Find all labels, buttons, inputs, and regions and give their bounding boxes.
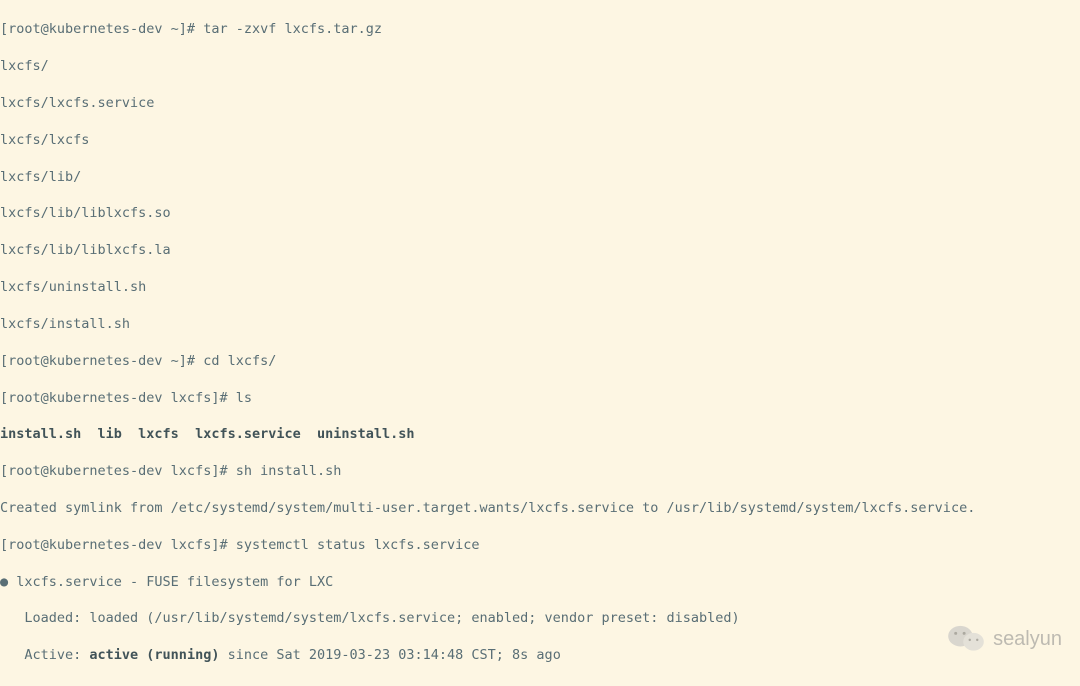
terminal-line: [root@kubernetes-dev ~]# tar -zxvf lxcfs… <box>0 20 1080 38</box>
terminal-line: lxcfs/lib/ <box>0 168 1080 186</box>
terminal-line: lxcfs/ <box>0 57 1080 75</box>
command-text: cd lxcfs/ <box>203 353 276 369</box>
status-loaded: Loaded: loaded (/usr/lib/systemd/system/… <box>0 609 1080 627</box>
ls-output: install.sh lib lxcfs lxcfs.service unins… <box>0 425 1080 443</box>
status-active-state: active (running) <box>89 647 219 663</box>
wechat-icon <box>947 623 985 656</box>
terminal-line: [root@kubernetes-dev lxcfs]# systemctl s… <box>0 536 1080 554</box>
shell-prompt: [root@kubernetes-dev ~]# <box>0 21 203 37</box>
command-text: ls <box>236 390 252 406</box>
status-header: ● lxcfs.service - FUSE filesystem for LX… <box>0 573 1080 591</box>
command-text: systemctl status lxcfs.service <box>236 537 480 553</box>
watermark: sealyun <box>947 623 1062 656</box>
terminal-line: lxcfs/lib/liblxcfs.la <box>0 241 1080 259</box>
command-text: tar -zxvf lxcfs.tar.gz <box>203 21 382 37</box>
command-text: sh install.sh <box>236 463 342 479</box>
shell-prompt: [root@kubernetes-dev ~]# <box>0 353 203 369</box>
terminal-line: [root@kubernetes-dev ~]# cd lxcfs/ <box>0 352 1080 370</box>
terminal-output[interactable]: [root@kubernetes-dev ~]# tar -zxvf lxcfs… <box>0 0 1080 686</box>
terminal-line: lxcfs/lxcfs.service <box>0 94 1080 112</box>
terminal-line: Created symlink from /etc/systemd/system… <box>0 499 1080 517</box>
status-active: Active: active (running) since Sat 2019-… <box>0 646 1080 664</box>
terminal-line: lxcfs/install.sh <box>0 315 1080 333</box>
shell-prompt: [root@kubernetes-dev lxcfs]# <box>0 537 236 553</box>
terminal-line: [root@kubernetes-dev lxcfs]# ls <box>0 389 1080 407</box>
watermark-text: sealyun <box>993 630 1062 648</box>
shell-prompt: [root@kubernetes-dev lxcfs]# <box>0 390 236 406</box>
terminal-line: lxcfs/lxcfs <box>0 131 1080 149</box>
terminal-line: [root@kubernetes-dev lxcfs]# sh install.… <box>0 462 1080 480</box>
shell-prompt: [root@kubernetes-dev lxcfs]# <box>0 463 236 479</box>
terminal-line: lxcfs/uninstall.sh <box>0 278 1080 296</box>
terminal-line: lxcfs/lib/liblxcfs.so <box>0 204 1080 222</box>
